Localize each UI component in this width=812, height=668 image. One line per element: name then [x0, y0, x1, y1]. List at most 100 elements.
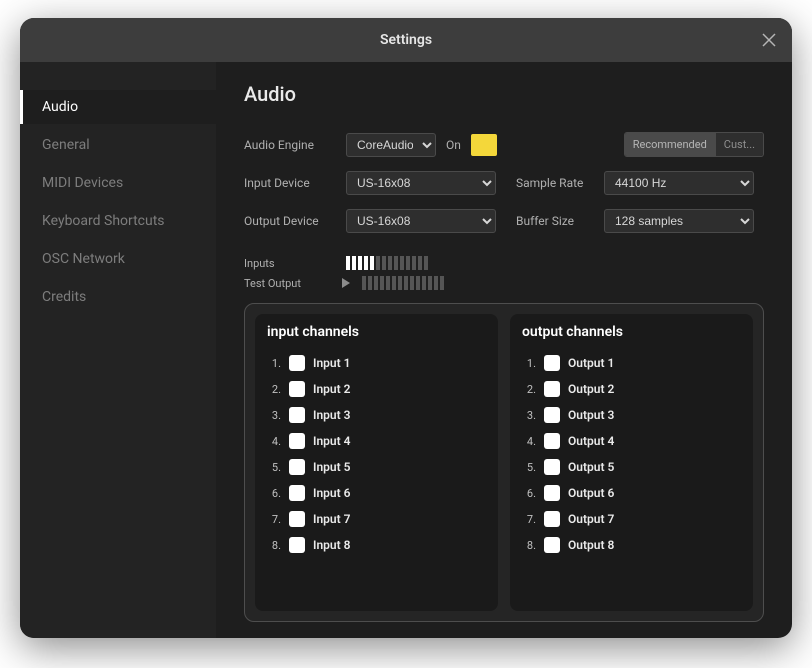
page-title: Audio	[244, 82, 764, 106]
buffer-size-select[interactable]: 128 samples	[604, 209, 754, 233]
channel-number: 5.	[522, 461, 536, 474]
sample-rate-label: Sample Rate	[516, 176, 594, 190]
inputs-meter-label: Inputs	[244, 257, 336, 270]
channel-checkbox[interactable]	[544, 355, 560, 371]
input-channel-row: 3. Input 3	[267, 402, 482, 428]
channels-container: input channels 1. Input 1 2.Input 2 3. Input…	[244, 303, 764, 622]
channel-number: 5.	[267, 461, 281, 474]
channel-checkbox[interactable]	[544, 511, 560, 527]
channel-name: Output 2	[568, 382, 614, 396]
meters-block: Inputs Test Output	[244, 253, 764, 293]
channel-checkbox[interactable]	[289, 381, 305, 397]
sidebar-item-label: MIDI Devices	[42, 175, 123, 191]
channel-name: Input 7	[313, 512, 350, 526]
meter-bar	[440, 276, 444, 290]
output-device-select[interactable]: US-16x08	[346, 209, 496, 233]
output-channel-row: 4.Output 4	[522, 428, 737, 454]
input-channels-list[interactable]: 1. Input 1 2.Input 2 3. Input 3 4.Input 4 5. In…	[267, 350, 486, 601]
meter-bar	[434, 276, 438, 290]
channel-name: Output 1	[568, 356, 614, 370]
channel-name: Input 1	[313, 356, 350, 370]
input-channel-row: 2.Input 2	[267, 376, 482, 402]
output-channel-row: 2. Output 2	[522, 376, 737, 402]
preset-custom-button[interactable]: Cust...	[716, 133, 763, 156]
output-channel-row: 5. Output 5	[522, 454, 737, 480]
channel-number: 7.	[267, 513, 281, 526]
channel-number: 3.	[267, 409, 281, 422]
sidebar-item-label: Audio	[42, 99, 78, 115]
input-channel-row: 6.Input 6	[267, 480, 482, 506]
channel-name: Input 4	[313, 434, 350, 448]
sample-rate-select[interactable]: 44100 Hz	[604, 171, 754, 195]
channel-checkbox[interactable]	[544, 537, 560, 553]
channel-checkbox[interactable]	[544, 485, 560, 501]
sidebar-item-credits[interactable]: Credits	[20, 280, 216, 314]
channel-checkbox[interactable]	[289, 355, 305, 371]
channel-number: 2.	[522, 383, 536, 396]
audio-engine-label: Audio Engine	[244, 138, 336, 152]
sidebar-item-keyboard-shortcuts[interactable]: Keyboard Shortcuts	[20, 204, 216, 238]
channel-checkbox[interactable]	[544, 381, 560, 397]
channel-number: 8.	[267, 539, 281, 552]
meter-bar	[370, 256, 374, 270]
channel-name: Output 5	[568, 460, 614, 474]
close-button[interactable]	[760, 31, 778, 49]
meter-bar	[380, 276, 384, 290]
output-channel-row: 8. Output 8	[522, 532, 737, 558]
meter-bar	[424, 256, 428, 270]
channel-checkbox[interactable]	[544, 407, 560, 423]
play-icon[interactable]	[342, 278, 350, 288]
close-icon	[761, 32, 777, 48]
meter-bar	[376, 256, 380, 270]
meter-bar	[362, 276, 366, 290]
channel-checkbox[interactable]	[289, 485, 305, 501]
meter-bar	[416, 276, 420, 290]
meter-bar	[418, 256, 422, 270]
inputs-meter-row: Inputs	[244, 253, 764, 273]
sidebar-item-osc-network[interactable]: OSC Network	[20, 242, 216, 276]
channel-checkbox[interactable]	[544, 433, 560, 449]
output-channel-row: 6.Output 6	[522, 480, 737, 506]
audio-engine-select[interactable]: CoreAudio	[346, 133, 436, 157]
meter-bar	[392, 276, 396, 290]
channel-checkbox[interactable]	[289, 511, 305, 527]
channel-checkbox[interactable]	[289, 433, 305, 449]
meter-bar	[398, 276, 402, 290]
channel-number: 7.	[522, 513, 536, 526]
input-channel-row: 8.Input 8	[267, 532, 482, 558]
input-channel-row: 4.Input 4	[267, 428, 482, 454]
window-title: Settings	[380, 32, 432, 48]
input-device-select[interactable]: US-16x08	[346, 171, 496, 195]
sidebar-item-general[interactable]: General	[20, 128, 216, 162]
channel-number: 1.	[522, 357, 536, 370]
channel-checkbox[interactable]	[289, 407, 305, 423]
output-channels-list[interactable]: 1.Output 12.Output 23.Output 34.Output 4…	[522, 350, 741, 601]
meter-bar	[410, 276, 414, 290]
input-device-label: Input Device	[244, 176, 336, 190]
channel-checkbox[interactable]	[289, 537, 305, 553]
channel-number: 2.	[267, 383, 281, 396]
meter-bar	[352, 256, 356, 270]
output-row: Output Device US-16x08 Buffer Size 128 s…	[244, 209, 764, 233]
channel-name: Input 3	[313, 408, 350, 422]
input-channels-title: input channels	[267, 324, 486, 340]
sidebar-item-audio[interactable]: Audio	[20, 90, 216, 124]
channel-number: 8.	[522, 539, 536, 552]
window-body: Audio General MIDI Devices Keyboard Shor…	[20, 62, 792, 638]
channel-number: 3.	[522, 409, 536, 422]
input-channel-row: 1. Input 1	[267, 350, 482, 376]
sidebar-item-midi-devices[interactable]: MIDI Devices	[20, 166, 216, 200]
sidebar: Audio General MIDI Devices Keyboard Shor…	[20, 62, 216, 638]
output-channel-row: 7.Output 7	[522, 506, 737, 532]
channel-checkbox[interactable]	[289, 459, 305, 475]
buffer-size-label: Buffer Size	[516, 214, 594, 228]
channel-checkbox[interactable]	[544, 459, 560, 475]
output-channel-row: 1. Output 1	[522, 350, 737, 376]
input-channels-panel: input channels 1. Input 1 2.Input 2 3. Input…	[255, 314, 498, 611]
meter-bar	[400, 256, 404, 270]
channel-name: Output 8	[568, 538, 614, 552]
channel-number: 1.	[267, 357, 281, 370]
engine-status-swatch[interactable]	[471, 134, 497, 156]
preset-recommended-button[interactable]: Recommended	[625, 133, 716, 156]
meter-bar	[404, 276, 408, 290]
